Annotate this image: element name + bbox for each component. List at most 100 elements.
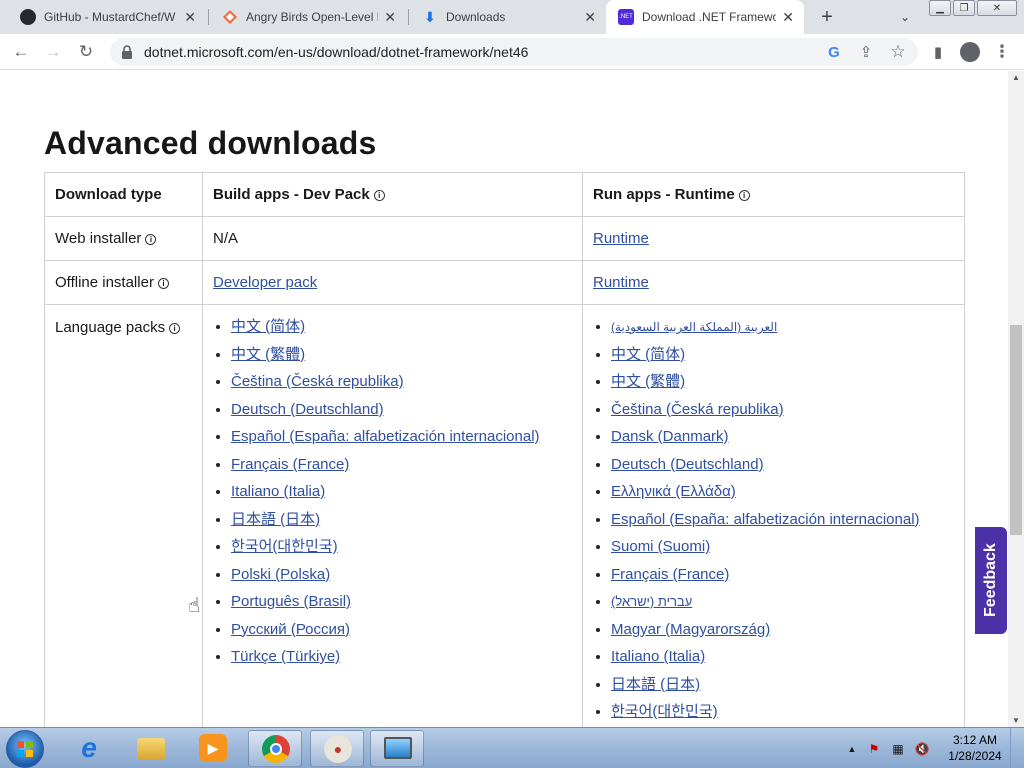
dev-language-link[interactable]: 中文 (繁體): [231, 346, 305, 363]
run-language-link[interactable]: 中文 (繁體): [611, 373, 685, 390]
tab-dotnet[interactable]: .NET Download .NET Framewo ✕: [606, 0, 804, 34]
run-language-link[interactable]: Deutsch (Deutschland): [611, 456, 764, 473]
run-language-link[interactable]: Ελληνικά (Ελλάδα): [611, 483, 736, 500]
dev-language-link[interactable]: 日本語 (日本): [231, 511, 320, 528]
taskbar-file-explorer[interactable]: [124, 730, 178, 767]
dev-language-link[interactable]: 中文 (简体): [231, 318, 305, 335]
taskbar-media-player[interactable]: ▶: [186, 730, 240, 767]
run-language-link[interactable]: Italiano (Italia): [611, 648, 705, 665]
tab-downloads[interactable]: ⬇ Downloads ✕: [410, 0, 606, 34]
taskbar-chrome[interactable]: [248, 730, 302, 767]
dev-language-link[interactable]: Français (France): [231, 456, 349, 473]
minimize-button[interactable]: ▁: [929, 0, 951, 16]
list-item: Suomi (Suomi): [611, 537, 954, 565]
scroll-up-arrow-icon[interactable]: ▲: [1012, 73, 1020, 82]
info-icon[interactable]: i: [157, 278, 169, 289]
menu-kebab-icon[interactable]: ⋮: [988, 38, 1016, 66]
new-tab-plus-icon[interactable]: +: [815, 3, 839, 31]
scrollbar-thumb[interactable]: [1010, 325, 1022, 535]
run-language-link[interactable]: Magyar (Magyarország): [611, 621, 770, 638]
profile-avatar-icon[interactable]: [956, 38, 984, 66]
github-icon: [20, 9, 36, 25]
offline-runtime-link[interactable]: Runtime: [593, 274, 649, 291]
close-icon[interactable]: ✕: [184, 9, 196, 26]
run-language-link[interactable]: Dansk (Danmark): [611, 428, 729, 445]
action-center-flag-icon[interactable]: ⚑: [866, 741, 882, 757]
row-label-language-packs: Language packs i: [44, 304, 203, 727]
run-language-link[interactable]: Čeština (Česká republika): [611, 401, 784, 418]
close-window-button[interactable]: ✕: [977, 0, 1017, 16]
developer-pack-link[interactable]: Developer pack: [213, 274, 317, 291]
dev-language-link[interactable]: Português (Brasil): [231, 593, 351, 610]
list-item: Italiano (Italia): [611, 647, 954, 675]
dev-language-link[interactable]: Español (España: alfabetización internac…: [231, 428, 540, 445]
dev-language-link[interactable]: Italiano (Italia): [231, 483, 325, 500]
list-item: Italiano (Italia): [231, 482, 572, 510]
restore-button[interactable]: ❐: [953, 0, 975, 16]
run-language-link[interactable]: 日本語 (日本): [611, 676, 700, 693]
dev-language-link[interactable]: Čeština (Česká republika): [231, 373, 404, 390]
run-language-link[interactable]: العربية (المملكة العربية السعودية): [611, 320, 777, 334]
run-language-link[interactable]: Español (España: alfabetización internac…: [611, 511, 920, 528]
list-item: Français (France): [611, 565, 954, 593]
run-language-list: العربية (المملكة العربية السعودية) 中文 (简…: [593, 305, 954, 727]
dev-language-link[interactable]: 한국어(대한민국): [231, 538, 338, 555]
tab-github[interactable]: GitHub - MustardChef/W ✕: [8, 0, 206, 34]
forward-arrow-icon[interactable]: →: [39, 38, 67, 66]
run-language-link[interactable]: עברית (ישראל): [611, 594, 692, 609]
tab-angry-birds[interactable]: Angry Birds Open-Level E ✕: [210, 0, 406, 34]
taskbar-internet-explorer[interactable]: e: [62, 730, 116, 767]
table-row: Language packsi 中文 (简体) 中文 (繁體) Čeština …: [44, 304, 965, 727]
star-icon[interactable]: ☆: [884, 38, 912, 66]
dev-language-link[interactable]: Polski (Polska): [231, 566, 330, 583]
list-item: Русский (Россия): [231, 620, 572, 648]
windows-logo-icon: [17, 741, 33, 757]
run-language-link[interactable]: Français (France): [611, 566, 729, 583]
dev-language-link[interactable]: Deutsch (Deutschland): [231, 401, 384, 418]
run-language-link[interactable]: Suomi (Suomi): [611, 538, 710, 555]
google-icon[interactable]: G: [820, 38, 848, 66]
reload-icon[interactable]: ↻: [72, 38, 100, 66]
close-icon[interactable]: ✕: [384, 9, 396, 26]
tray-expand-arrow-icon[interactable]: ▲: [844, 741, 860, 757]
info-icon[interactable]: i: [738, 190, 750, 201]
list-item: 한국어(대한민국): [611, 702, 954, 727]
network-icon[interactable]: ▦: [890, 741, 906, 757]
clock-time: 3:12 AM: [952, 733, 998, 747]
close-icon[interactable]: ✕: [782, 9, 794, 26]
share-icon[interactable]: ⇪: [852, 38, 880, 66]
list-item: עברית (ישראל): [611, 592, 954, 620]
address-bar[interactable]: dotnet.microsoft.com/en-us/download/dotn…: [110, 38, 918, 66]
info-icon[interactable]: i: [169, 323, 181, 334]
list-item: Deutsch (Deutschland): [231, 400, 572, 428]
show-desktop-button[interactable]: [1010, 728, 1024, 768]
taskbar-remote-desktop[interactable]: [370, 730, 424, 767]
url-text[interactable]: dotnet.microsoft.com/en-us/download/dotn…: [144, 44, 528, 60]
info-icon[interactable]: i: [373, 190, 385, 201]
back-arrow-icon[interactable]: ←: [7, 38, 35, 66]
close-icon[interactable]: ✕: [584, 9, 596, 26]
side-panel-icon[interactable]: ▮: [924, 38, 952, 66]
dev-language-link[interactable]: Türkçe (Türkiye): [231, 648, 340, 665]
volume-muted-icon[interactable]: 🔇: [914, 741, 930, 757]
dev-language-link[interactable]: Русский (Россия): [231, 621, 350, 638]
chevron-down-icon[interactable]: ⌄: [893, 5, 917, 29]
taskbar-angry-birds-editor[interactable]: ●: [310, 730, 364, 767]
page-heading: Advanced downloads: [44, 125, 377, 161]
taskbar-clock[interactable]: 3:12 AM 1/28/2024: [940, 732, 1010, 764]
scroll-down-arrow-icon[interactable]: ▼: [1012, 716, 1020, 725]
page-content: Advanced downloads Download type Build a…: [0, 71, 1008, 727]
dev-language-list: 中文 (简体) 中文 (繁體) Čeština (Česká republika…: [213, 305, 572, 695]
browser-toolbar: ← → ↻ dotnet.microsoft.com/en-us/downloa…: [0, 34, 1024, 70]
run-language-link[interactable]: 한국어(대한민국): [611, 703, 718, 720]
list-item: Magyar (Magyarország): [611, 620, 954, 648]
web-runtime-link[interactable]: Runtime: [593, 230, 649, 247]
downloads-table: Download type Build apps - Dev Pack i Run…: [44, 172, 965, 727]
start-button[interactable]: [6, 730, 44, 768]
feedback-button[interactable]: Feedback: [975, 527, 1007, 634]
row-label-web-installer: Web installer i: [44, 216, 203, 261]
run-language-link[interactable]: 中文 (简体): [611, 346, 685, 363]
page-scrollbar[interactable]: ▲ ▼: [1008, 71, 1024, 727]
hand-cursor-icon: ☝: [188, 595, 201, 617]
info-icon[interactable]: i: [145, 234, 157, 245]
